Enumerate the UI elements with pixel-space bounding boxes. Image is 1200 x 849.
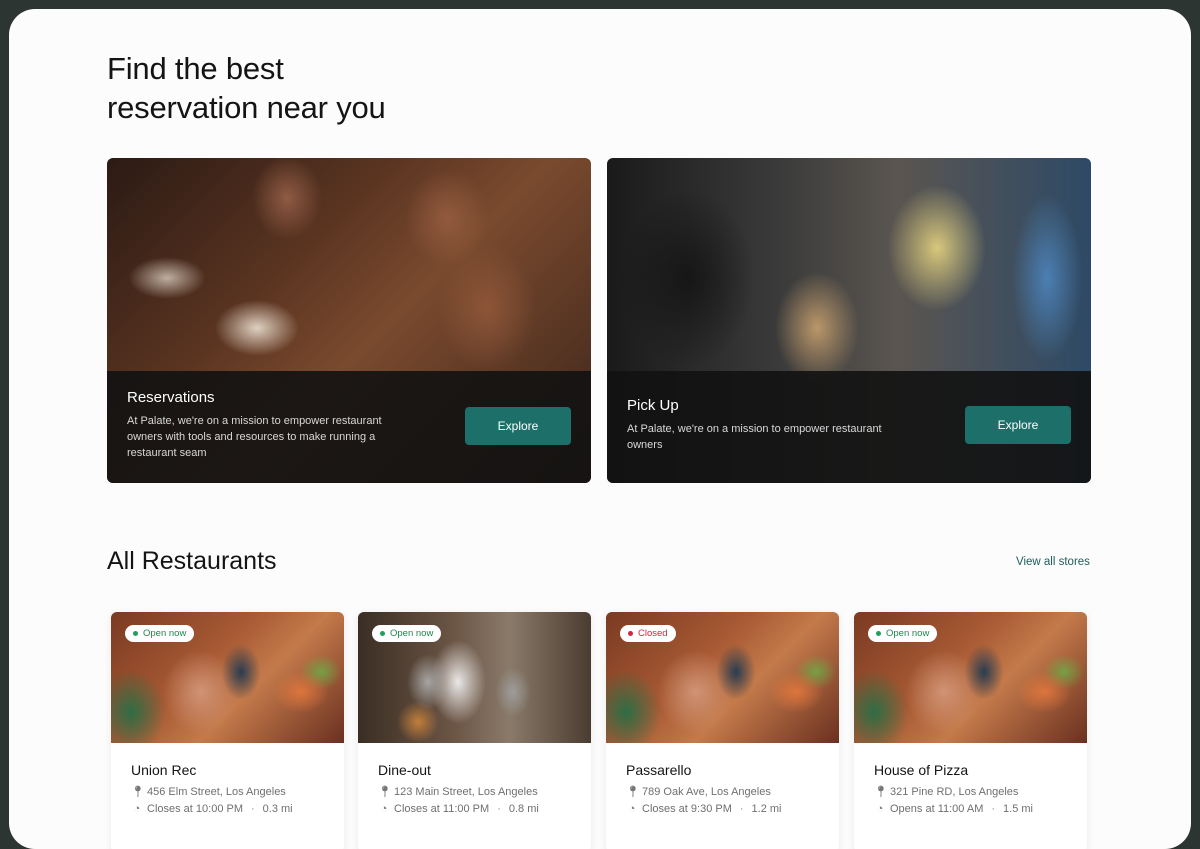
- restaurant-hours-row: ◔ Closes at 9:30 PM · 1.2 mi: [626, 803, 782, 815]
- restaurant-distance: 0.3 mi: [262, 803, 293, 815]
- restaurant-name: House of Pizza: [874, 762, 969, 778]
- restaurant-name: Passarello: [626, 762, 692, 778]
- restaurant-hours: Closes at 10:00 PM: [147, 803, 243, 815]
- restaurant-address: 789 Oak Ave, Los Angeles: [642, 786, 771, 798]
- section-title: All Restaurants: [107, 547, 277, 575]
- restaurant-distance: 0.8 mi: [508, 803, 539, 815]
- restaurant-card[interactable]: Open now Dine-out 📍︎ 123 Main Street, Los…: [358, 612, 591, 849]
- promo-title: Reservations: [127, 389, 215, 406]
- map-pin-icon: 📍︎: [131, 786, 145, 798]
- clock-icon: ◔: [133, 803, 141, 815]
- status-badge: Open now: [372, 625, 442, 642]
- view-all-stores-link[interactable]: View all stores: [1016, 556, 1090, 568]
- clock-icon: ◔: [876, 803, 884, 815]
- restaurant-hours-row: ◔ Closes at 10:00 PM · 0.3 mi: [131, 803, 293, 815]
- map-pin-icon: 📍︎: [626, 786, 640, 798]
- restaurant-address-row: 📍︎ 789 Oak Ave, Los Angeles: [626, 785, 771, 798]
- status-badge: Closed: [620, 625, 676, 642]
- page-frame: Find the best reservation near you Reser…: [9, 9, 1191, 849]
- restaurant-distance: 1.5 mi: [1003, 803, 1033, 815]
- promo-title: Pick Up: [627, 397, 679, 414]
- restaurant-address-row: 📍︎ 123 Main Street, Los Angeles: [378, 785, 538, 798]
- restaurant-address: 123 Main Street, Los Angeles: [394, 786, 538, 798]
- restaurant-card[interactable]: Open now Union Rec 📍︎ 456 Elm Street, Los…: [111, 612, 344, 849]
- page-title-line-2: reservation near you: [107, 90, 386, 125]
- reservations-promo-card: Reservations At Palate, we're on a missi…: [107, 158, 591, 483]
- separator-dot: ·: [991, 803, 996, 815]
- restaurant-address: 456 Elm Street, Los Angeles: [147, 786, 286, 798]
- status-badge: Open now: [868, 625, 938, 642]
- restaurant-card[interactable]: Closed Passarello 📍︎ 789 Oak Ave, Los Ang…: [606, 612, 839, 849]
- explore-reservations-button[interactable]: Explore: [465, 407, 571, 445]
- restaurant-address: 321 Pine RD, Los Angeles: [890, 786, 1019, 798]
- clock-icon: ◔: [380, 803, 388, 815]
- status-badge: Open now: [125, 625, 195, 642]
- promo-description: At Palate, we're on a mission to empower…: [627, 423, 882, 451]
- separator-dot: ·: [739, 803, 744, 815]
- clock-icon: ◔: [628, 803, 636, 815]
- restaurant-name: Union Rec: [131, 762, 197, 778]
- page-title-line-1: Find the best: [107, 51, 284, 86]
- restaurant-address-row: 📍︎ 456 Elm Street, Los Angeles: [131, 785, 286, 798]
- restaurant-hours-row: ◔ Closes at 11:00 PM · 0.8 mi: [378, 803, 539, 815]
- restaurant-address-row: 📍︎ 321 Pine RD, Los Angeles: [874, 785, 1018, 798]
- map-pin-icon: 📍︎: [378, 786, 392, 798]
- restaurant-hours: Opens at 11:00 AM: [890, 803, 984, 815]
- restaurant-hours: Closes at 11:00 PM: [394, 803, 490, 815]
- restaurant-name: Dine-out: [378, 762, 431, 778]
- separator-dot: ·: [251, 803, 255, 815]
- separator-dot: ·: [497, 803, 501, 815]
- restaurant-distance: 1.2 mi: [751, 803, 782, 815]
- pickup-promo-card: Pick Up At Palate, we're on a mission to…: [607, 158, 1091, 483]
- restaurant-hours-row: ◔ Opens at 11:00 AM · 1.5 mi: [874, 803, 1033, 815]
- page-title: Find the best reservation near you: [107, 49, 507, 127]
- restaurant-hours: Closes at 9:30 PM: [642, 803, 732, 815]
- explore-pickup-button[interactable]: Explore: [965, 406, 1071, 444]
- promo-description: At Palate, we're on a mission to empower…: [127, 415, 382, 459]
- map-pin-icon: 📍︎: [874, 786, 888, 798]
- restaurant-card[interactable]: Open now House of Pizza 📍︎ 321 Pine RD, L…: [854, 612, 1087, 849]
